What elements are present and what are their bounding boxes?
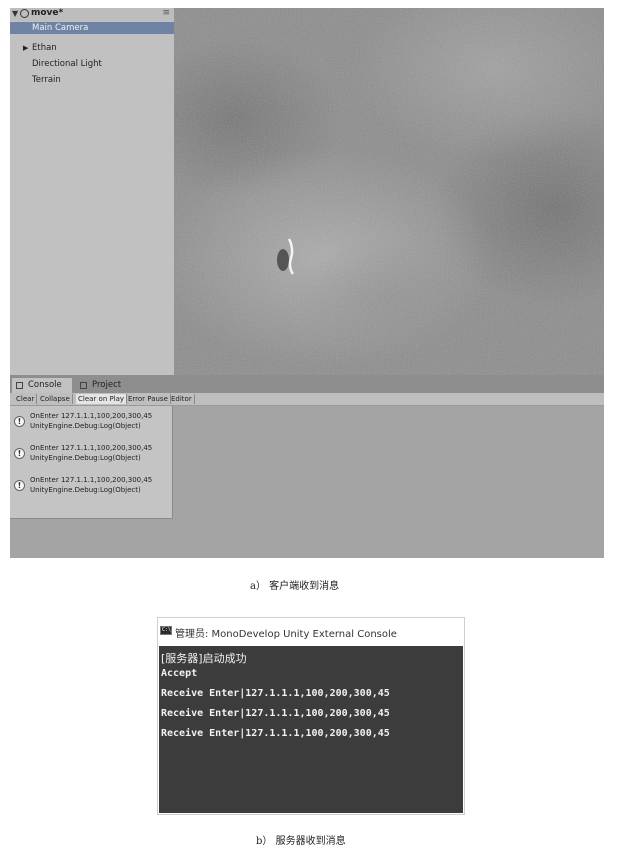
log-entry[interactable]: ! OnEnter 127.1.1.1,100,200,300,45 Unity… xyxy=(10,474,172,504)
console-toolbar: Clear Collapse Clear on Play Error Pause… xyxy=(10,393,604,406)
log-message: OnEnter 127.1.1.1,100,200,300,45 xyxy=(30,412,153,420)
external-console-window: C:\ 管理员: MonoDevelop Unity External Cons… xyxy=(157,617,465,815)
tab-label: Project xyxy=(92,380,122,390)
hierarchy-item-directional-light[interactable]: Directional Light xyxy=(10,58,174,70)
unity-editor-screenshot: ▼ move* ≡ Main Camera ▶ Ethan Directiona… xyxy=(10,8,604,558)
hierarchy-item-label: Main Camera xyxy=(32,23,89,33)
info-icon: ! xyxy=(14,416,25,427)
tab-strip: Console Project xyxy=(10,375,604,393)
hierarchy-menu-icon[interactable]: ≡ xyxy=(162,8,170,18)
expand-arrow-icon[interactable]: ▶ xyxy=(23,42,28,54)
info-icon: ! xyxy=(14,480,25,491)
caption-a: a） 客户端收到消息 xyxy=(250,581,340,592)
console-icon xyxy=(16,382,23,389)
collapse-button[interactable]: Collapse xyxy=(38,394,73,404)
project-icon xyxy=(80,382,87,389)
log-message: OnEnter 127.1.1.1,100,200,300,45 xyxy=(30,444,153,452)
hierarchy-item-main-camera[interactable]: Main Camera xyxy=(10,22,174,34)
window-title: 管理员: MonoDevelop Unity External Console xyxy=(175,629,397,640)
log-entry[interactable]: ! OnEnter 127.1.1.1,100,200,300,45 Unity… xyxy=(10,410,172,440)
clear-button[interactable]: Clear xyxy=(14,394,38,404)
character-ethan[interactable] xyxy=(174,8,604,375)
terminal-line: Receive Enter|127.1.1.1,100,200,300,45 xyxy=(161,688,390,699)
command-prompt-icon: C:\ xyxy=(160,626,172,635)
console-panel: Console Project Clear Collapse Clear on … xyxy=(10,375,604,558)
console-log-list: ! OnEnter 127.1.1.1,100,200,300,45 Unity… xyxy=(10,406,173,519)
editor-dropdown[interactable]: Editor xyxy=(169,394,195,404)
log-stacktrace: UnityEngine.Debug:Log(Object) xyxy=(30,486,141,494)
terminal-line: Receive Enter|127.1.1.1,100,200,300,45 xyxy=(161,728,390,739)
terminal-line: Receive Enter|127.1.1.1,100,200,300,45 xyxy=(161,708,390,719)
unity-scene-icon xyxy=(20,9,29,18)
hierarchy-item-terrain[interactable]: Terrain xyxy=(10,74,174,86)
hierarchy-panel: ▼ move* ≡ Main Camera ▶ Ethan Directiona… xyxy=(10,8,174,375)
hierarchy-item-label: Directional Light xyxy=(32,59,102,69)
character-figure xyxy=(287,238,295,275)
tab-console[interactable]: Console xyxy=(12,378,72,393)
caption-b: b） 服务器收到消息 xyxy=(256,836,346,847)
terminal-line: Accept xyxy=(161,668,198,679)
hierarchy-header: ▼ move* ≡ xyxy=(10,8,174,21)
terminal-output: [服务器]启动成功 Accept Receive Enter|127.1.1.1… xyxy=(159,646,463,813)
tab-label: Console xyxy=(28,380,62,390)
info-icon: ! xyxy=(14,448,25,459)
tab-project[interactable]: Project xyxy=(76,378,136,393)
scene-collapse-arrow-icon[interactable]: ▼ xyxy=(12,9,18,18)
hierarchy-item-label: Ethan xyxy=(32,43,57,53)
log-message: OnEnter 127.1.1.1,100,200,300,45 xyxy=(30,476,153,484)
hierarchy-item-ethan[interactable]: ▶ Ethan xyxy=(10,42,174,54)
window-titlebar[interactable]: C:\ 管理员: MonoDevelop Unity External Cons… xyxy=(158,618,464,645)
log-entry[interactable]: ! OnEnter 127.1.1.1,100,200,300,45 Unity… xyxy=(10,442,172,472)
log-stacktrace: UnityEngine.Debug:Log(Object) xyxy=(30,454,141,462)
log-stacktrace: UnityEngine.Debug:Log(Object) xyxy=(30,422,141,430)
character-shadow xyxy=(277,249,289,271)
clear-on-play-button[interactable]: Clear on Play xyxy=(76,394,128,404)
error-pause-button[interactable]: Error Pause xyxy=(126,394,171,404)
scene-name: move* xyxy=(31,8,64,18)
hierarchy-item-label: Terrain xyxy=(32,75,61,85)
scene-view[interactable] xyxy=(174,8,604,375)
terminal-line: [服务器]启动成功 xyxy=(161,652,247,665)
